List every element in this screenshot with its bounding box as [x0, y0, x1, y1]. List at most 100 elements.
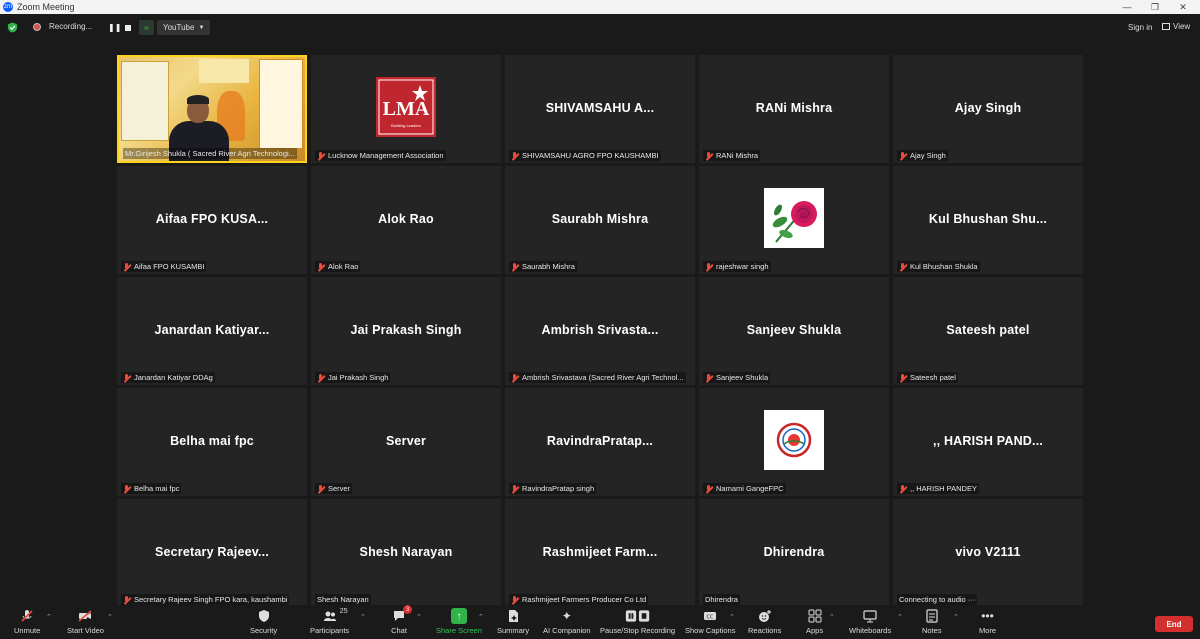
encryption-shield-icon[interactable]	[7, 22, 18, 33]
participant-tile[interactable]: Server Server	[311, 388, 501, 496]
participant-tile[interactable]: rajeshwar singh	[699, 166, 889, 274]
participant-name: SHIVAMSAHU AGRO FPO KAUSHAMBI	[522, 151, 659, 160]
participant-tile[interactable]: Ajay Singh Ajay Singh	[893, 55, 1083, 163]
participant-display-name: Ambrish Srivasta...	[541, 323, 659, 337]
reactions-button[interactable]: Reactions	[748, 608, 781, 635]
participant-tile[interactable]: Namami GangeFPC	[699, 388, 889, 496]
summary-icon	[505, 608, 521, 624]
apps-button[interactable]: Apps	[806, 608, 823, 635]
participant-display-name: Sateesh patel	[946, 323, 1030, 337]
close-icon[interactable]: ✕	[1168, 0, 1198, 14]
participant-tile[interactable]: RANi Mishra RANi Mishra	[699, 55, 889, 163]
mic-muted-icon	[511, 373, 519, 382]
participant-display-name: Dhirendra	[763, 545, 825, 559]
show-captions-button[interactable]: CC Show Captions	[685, 608, 735, 635]
participant-name: Janardan Katiyar DDAg	[134, 373, 213, 382]
participant-tile[interactable]: Dhirendra Dhirendra	[699, 499, 889, 607]
chat-button[interactable]: 3 Chat	[391, 605, 412, 635]
participants-caret-icon[interactable]: ⌃	[360, 613, 366, 621]
participant-tile[interactable]: Janardan Katiyar... Janardan Katiyar DDAg	[117, 277, 307, 385]
whiteboards-label: Whiteboards	[849, 626, 892, 635]
stop-recording-icon[interactable]	[125, 25, 131, 31]
namami-gange-logo	[764, 410, 824, 470]
participant-tile[interactable]: Kul Bhushan Shu... Kul Bhushan Shukla	[893, 166, 1083, 274]
notes-button[interactable]: Notes	[922, 608, 942, 635]
participant-tile[interactable]: Belha mai fpc Belha mai fpc	[117, 388, 307, 496]
logo-subtext: Building Leaders	[391, 123, 421, 128]
participant-name-label: RavindraPratap singh	[509, 483, 597, 494]
chevron-down-icon: ▼	[198, 24, 205, 31]
summary-button[interactable]: Summary	[497, 608, 529, 635]
notes-caret-icon[interactable]: ⌃	[953, 613, 959, 621]
participant-name-label: Server	[315, 483, 353, 494]
start-video-button[interactable]: Start Video	[67, 608, 104, 635]
participant-tile[interactable]: Saurabh Mishra Saurabh Mishra	[505, 166, 695, 274]
mic-muted-icon	[317, 262, 325, 271]
captions-caret-icon[interactable]: ⌃	[729, 613, 735, 621]
meeting-topbar: Recording... ❚❚ ≈ YouTube ▼ Sign in View	[0, 14, 1200, 41]
participant-tile[interactable]: Jai Prakash Singh Jai Prakash Singh	[311, 277, 501, 385]
mic-muted-icon	[705, 262, 713, 271]
participant-name-label: Jai Prakash Singh	[315, 372, 391, 383]
participant-tile[interactable]: SHIVAMSAHU A... SHIVAMSAHU AGRO FPO KAUSH…	[505, 55, 695, 163]
participant-tile[interactable]: Mr.Girijesh Shukla ( Sacred River Agri T…	[117, 55, 307, 163]
stream-target-dropdown[interactable]: YouTube ▼	[157, 20, 211, 35]
share-screen-label: Share Screen	[436, 626, 482, 635]
restore-icon[interactable]: ❐	[1140, 0, 1170, 14]
participants-button[interactable]: 25 Participants	[310, 608, 349, 635]
pause-recording-icon[interactable]: ❚❚	[108, 23, 121, 32]
pause-recording-label: Pause/Stop Recording	[600, 626, 676, 635]
mic-muted-icon	[705, 484, 713, 493]
window-title: Zoom Meeting	[17, 2, 75, 12]
security-button[interactable]: Security	[250, 608, 277, 635]
participant-tile[interactable]: Aifaa FPO KUSA... Aifaa FPO KUSAMBI	[117, 166, 307, 274]
participant-tile[interactable]: RavindraPratap... RavindraPratap singh	[505, 388, 695, 496]
live-stream-icon[interactable]: ≈	[139, 20, 154, 35]
participant-name: Namami GangeFPC	[716, 484, 784, 493]
security-label: Security	[250, 626, 278, 635]
audio-options-caret-icon[interactable]: ⌃	[46, 613, 52, 621]
rose-avatar	[764, 188, 824, 248]
participant-tile[interactable]: Sateesh patel Sateesh patel	[893, 277, 1083, 385]
participant-tile[interactable]: Rashmijeet Farm... Rashmijeet Farmers Pro…	[505, 499, 695, 607]
video-options-caret-icon[interactable]: ⌃	[107, 613, 113, 621]
participant-tile[interactable]: ,, HARISH PAND... ,, HARISH PANDEY	[893, 388, 1083, 496]
participant-tile[interactable]: Shesh Narayan Shesh Narayan	[311, 499, 501, 607]
participant-tile[interactable]: Sanjeev Shukla Sanjeev Shukla	[699, 277, 889, 385]
more-dots-icon: •••	[981, 609, 994, 623]
shield-icon	[256, 608, 272, 624]
whiteboards-caret-icon[interactable]: ⌃	[897, 613, 903, 621]
participant-display-name: Belha mai fpc	[170, 434, 254, 448]
mic-muted-icon	[899, 484, 907, 493]
participant-display-name: RavindraPratap...	[546, 434, 654, 448]
pause-stop-recording-button[interactable]: Pause/Stop Recording	[600, 608, 675, 635]
ai-companion-label: AI Companion	[543, 626, 591, 635]
chat-caret-icon[interactable]: ⌃	[416, 613, 422, 621]
share-caret-icon[interactable]: ⌃	[478, 613, 484, 621]
mic-muted-icon	[511, 484, 519, 493]
banner-image	[121, 61, 169, 141]
participant-tile[interactable]: vivo V2111 Connecting to audio ···	[893, 499, 1083, 607]
pause-stop-icon	[623, 608, 653, 624]
participant-tile[interactable]: Alok Rao Alok Rao	[311, 166, 501, 274]
participant-name-label: Belha mai fpc	[121, 483, 182, 494]
participant-tile[interactable]: Ambrish Srivasta... Ambrish Srivastava (S…	[505, 277, 695, 385]
ai-companion-button[interactable]: ✦ AI Companion	[543, 608, 591, 635]
participant-tile[interactable]: Secretary Rajeev... Secretary Rajeev Sing…	[117, 499, 307, 607]
whiteboards-button[interactable]: Whiteboards	[849, 608, 891, 635]
chat-icon: 3	[391, 605, 412, 624]
mic-muted-icon	[705, 151, 713, 160]
unmute-button[interactable]: Unmute	[14, 608, 40, 635]
share-screen-button[interactable]: ↑ Share Screen	[436, 608, 482, 635]
apps-caret-icon[interactable]: ⌃	[829, 613, 835, 621]
more-button[interactable]: ••• More	[979, 608, 996, 635]
minimize-icon[interactable]: —	[1112, 0, 1142, 14]
sign-in-link[interactable]: Sign in	[1128, 23, 1152, 32]
participant-name-label: Ajay Singh	[897, 150, 948, 161]
participant-tile[interactable]: LMA Building Leaders Lucknow Management As…	[311, 55, 501, 163]
participant-name-label: Namami GangeFPC	[703, 483, 786, 494]
participant-name-label: Connecting to audio ···	[897, 594, 978, 605]
more-label: More	[979, 626, 997, 635]
view-button[interactable]: View	[1162, 22, 1190, 31]
end-meeting-button[interactable]: End	[1155, 616, 1193, 632]
